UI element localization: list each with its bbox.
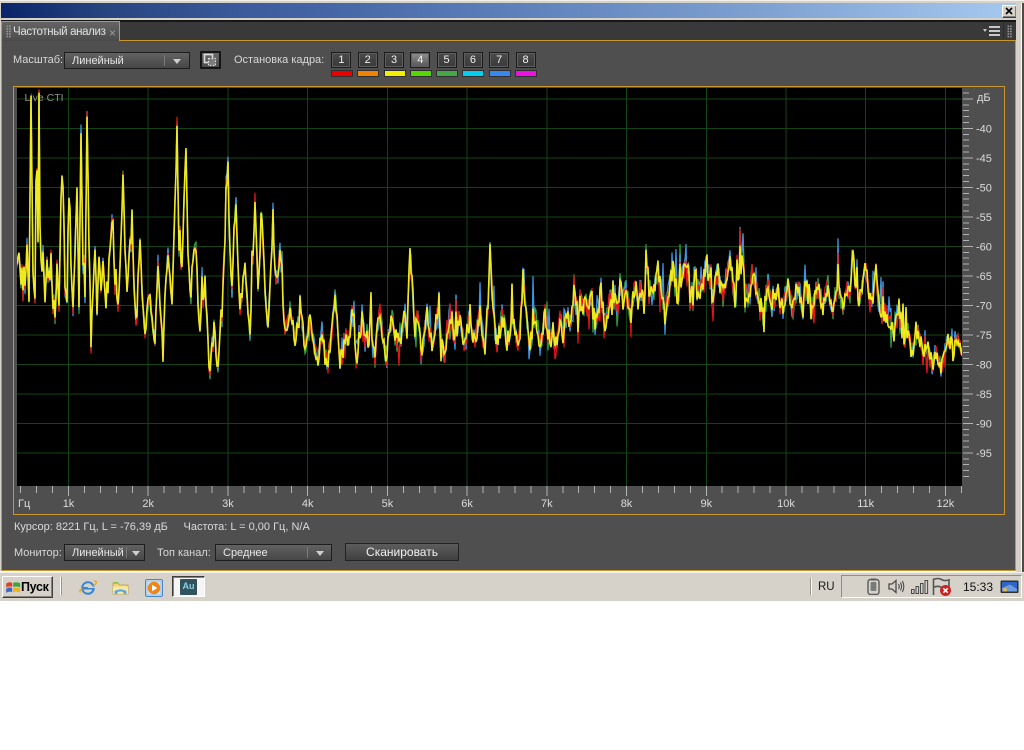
svg-text:-65: -65: [976, 271, 992, 283]
svg-text:-55: -55: [976, 212, 992, 224]
svg-text:11k: 11k: [857, 498, 874, 510]
svg-text:Гц: Гц: [18, 498, 31, 510]
svg-text:6k: 6k: [461, 498, 473, 510]
svg-text:7k: 7k: [541, 498, 553, 510]
svg-text:10k: 10k: [777, 498, 795, 510]
svg-text:3k: 3k: [222, 498, 234, 510]
svg-text:4k: 4k: [302, 498, 314, 510]
svg-text:-70: -70: [976, 300, 992, 312]
svg-text:-80: -80: [976, 359, 992, 371]
svg-text:8k: 8k: [621, 498, 633, 510]
svg-text:-50: -50: [976, 182, 992, 194]
svg-text:9k: 9k: [700, 498, 712, 510]
svg-text:-60: -60: [976, 241, 992, 253]
svg-text:-90: -90: [976, 418, 992, 430]
svg-text:дБ: дБ: [977, 92, 991, 104]
svg-text:-85: -85: [976, 389, 992, 401]
svg-text:-95: -95: [976, 448, 992, 460]
svg-text:1k: 1k: [63, 498, 75, 510]
svg-text:5k: 5k: [382, 498, 394, 510]
svg-text:2k: 2k: [142, 498, 154, 510]
svg-text:-45: -45: [976, 153, 992, 165]
svg-text:-40: -40: [976, 123, 992, 135]
svg-text:12k: 12k: [937, 498, 955, 510]
svg-text:-75: -75: [976, 330, 992, 342]
